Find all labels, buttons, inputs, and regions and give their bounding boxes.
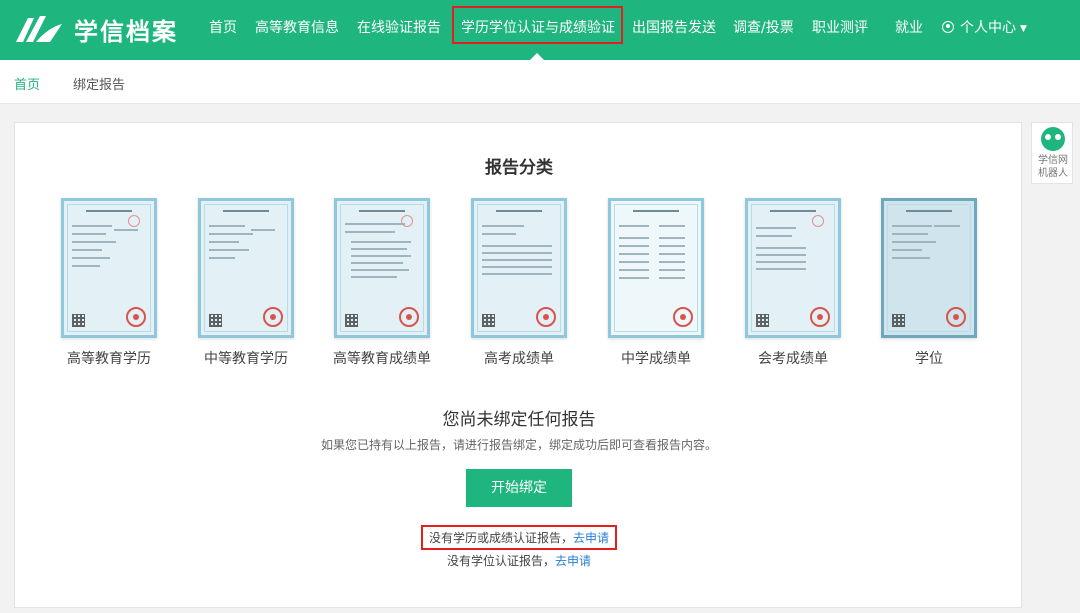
logo[interactable]: 学信档案 [14,10,178,48]
report-label: 会考成绩单 [758,351,828,367]
report-label: 高考成绩单 [484,351,554,367]
report-label: 高等教育学历 [67,351,151,367]
report-label: 中等教育学历 [204,351,288,367]
robot-label-line1: 学信网 [1038,155,1068,166]
report-card-higher-education-transcript[interactable]: 高等教育成绩单 [317,198,447,378]
empty-state-title: 您尚未绑定任何报告 [442,410,596,430]
certificate-thumbnail [471,198,567,338]
report-card-middle-school-transcript[interactable]: 中学成绩单 [591,198,721,378]
bind-report-panel: 报告分类 高等教育学历 中等教育学历 高等教育成绩单 高考成绩单 中学成绩单 会… [14,122,1022,608]
report-card-secondary-education[interactable]: 中等教育学历 [181,198,311,378]
report-card-higher-education[interactable]: 高等教育学历 [44,198,174,378]
logo-icon [16,16,62,42]
report-card-degree[interactable]: 学位 [864,198,994,378]
breadcrumb: 首页 绑定报告 [0,60,1080,104]
apply-education-highlight-box: 没有学历或成绩认证报告，去申请 [420,525,618,550]
certificate-thumbnail [881,198,977,338]
empty-state-description: 如果您已持有以上报告，请进行报告绑定，绑定成功后即可查看报告内容。 [320,438,717,452]
caret-down-icon: ▼ [1020,24,1027,34]
certificate-thumbnail [745,198,841,338]
breadcrumb-home[interactable]: 首页 [14,74,40,93]
report-label: 学位 [915,351,943,367]
certificate-thumbnail [61,198,157,338]
certificate-thumbnail [608,198,704,338]
certificate-thumbnail [198,198,294,338]
report-card-huikao-transcript[interactable]: 会考成绩单 [728,198,858,378]
nav-item-overseas-report-sending[interactable]: 出国报告发送 [632,17,716,37]
nav-item-survey-vote[interactable]: 调查/投票 [733,17,794,37]
apply-degree-text: 没有学位认证报告， [446,554,555,568]
robot-label-line2: 机器人 [1038,168,1068,179]
nav-item-employment[interactable]: 就业 [895,17,923,37]
user-center-menu[interactable]: 个人中心 ▼ [942,17,1027,37]
apply-education-text: 没有学历或成绩认证报告， [428,531,573,545]
report-label: 中学成绩单 [621,351,691,367]
nav-item-career-assessment[interactable]: 职业测评 [812,17,868,37]
report-category-title: 报告分类 [485,158,553,178]
nav-item-online-verification-report[interactable]: 在线验证报告 [357,17,441,37]
start-binding-button[interactable]: 开始绑定 [466,469,572,507]
apply-education-link[interactable]: 去申请 [573,531,609,545]
breadcrumb-current: 绑定报告 [73,78,126,93]
user-circle-icon [942,21,954,33]
apply-degree-row: 没有学位认证报告，去申请 [15,552,1023,569]
certificate-thumbnail [334,198,430,338]
robot-label: 学信网 机器人 [1032,154,1074,180]
app-title: 学信档案 [74,17,178,46]
apply-education-row: 没有学历或成绩认证报告，去申请 [15,525,1023,550]
top-nav-bar: 学信档案 首页 高等教育信息 在线验证报告 学历学位认证与成绩验证 出国报告发送… [0,0,1080,61]
nav-item-home[interactable]: 首页 [209,17,237,37]
nav-item-degree-certification[interactable]: 学历学位认证与成绩验证 [461,17,615,37]
chat-robot-widget[interactable]: 学信网 机器人 [1031,122,1073,184]
report-card-gaokao-transcript[interactable]: 高考成绩单 [454,198,584,378]
user-center-label: 个人中心 [960,20,1016,36]
report-label: 高等教育成绩单 [333,351,431,367]
nav-item-higher-education-info[interactable]: 高等教育信息 [255,17,339,37]
robot-icon [1041,127,1065,151]
apply-degree-link[interactable]: 去申请 [555,554,591,568]
